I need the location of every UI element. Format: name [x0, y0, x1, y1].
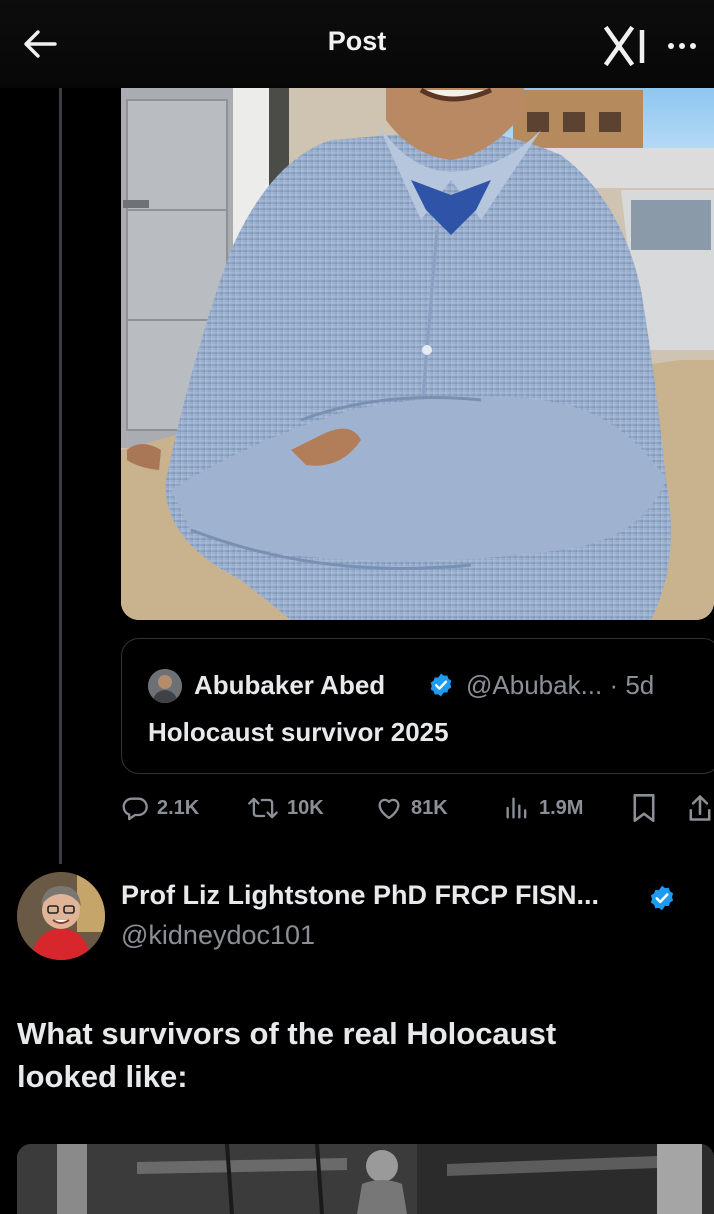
reply-button[interactable]: 2.1K [121, 790, 199, 826]
top-bar: Post [0, 0, 714, 88]
share-icon [689, 795, 711, 821]
reply-post-text: What survivors of the real Holocaust loo… [17, 1016, 557, 1094]
grok-button[interactable] [604, 26, 650, 66]
repost-icon [248, 797, 278, 819]
repost-count: 10K [287, 796, 324, 819]
verified-badge-icon [648, 884, 676, 917]
reply-author-name[interactable]: Prof Liz Lightstone PhD FRCP FISN... [121, 880, 599, 911]
share-button[interactable] [687, 790, 713, 826]
post-image[interactable] [121, 60, 714, 620]
reply-count: 2.1K [157, 796, 200, 819]
quoted-post-text: Holocaust survivor 2025 [148, 717, 449, 747]
heart-icon [378, 798, 400, 820]
repost-button[interactable]: 10K [247, 790, 324, 826]
like-button[interactable]: 81K [375, 790, 448, 826]
views-button[interactable]: 1.9M [503, 790, 583, 826]
photo-illustration [121, 60, 714, 620]
reply-post-image[interactable] [17, 1144, 714, 1214]
reply-author-handle[interactable]: @kidneydoc101 [121, 920, 315, 951]
quoted-author-name[interactable]: Abubaker Abed [194, 670, 385, 701]
reply-icon [122, 797, 148, 821]
more-dots-icon [668, 43, 674, 49]
thread-connector-line [59, 88, 62, 864]
bookmark-button[interactable] [631, 790, 657, 826]
like-count: 81K [411, 796, 448, 819]
post-action-bar: 2.1K 10K 81K 1.9M [121, 790, 714, 830]
more-options-button[interactable] [660, 28, 704, 64]
quoted-author-handle-time: @Abubak... · 5d [466, 670, 655, 700]
verified-badge-icon [428, 672, 454, 703]
reply-author-avatar[interactable] [17, 872, 105, 960]
views-count: 1.9M [539, 796, 584, 819]
bookmark-icon [633, 794, 655, 822]
x-grok-logo-icon [604, 26, 645, 66]
quoted-post[interactable]: Abubaker Abed @Abubak... · 5d Holocaust … [121, 638, 714, 774]
quoted-author-avatar[interactable] [148, 669, 182, 703]
views-chart-icon [506, 797, 527, 819]
